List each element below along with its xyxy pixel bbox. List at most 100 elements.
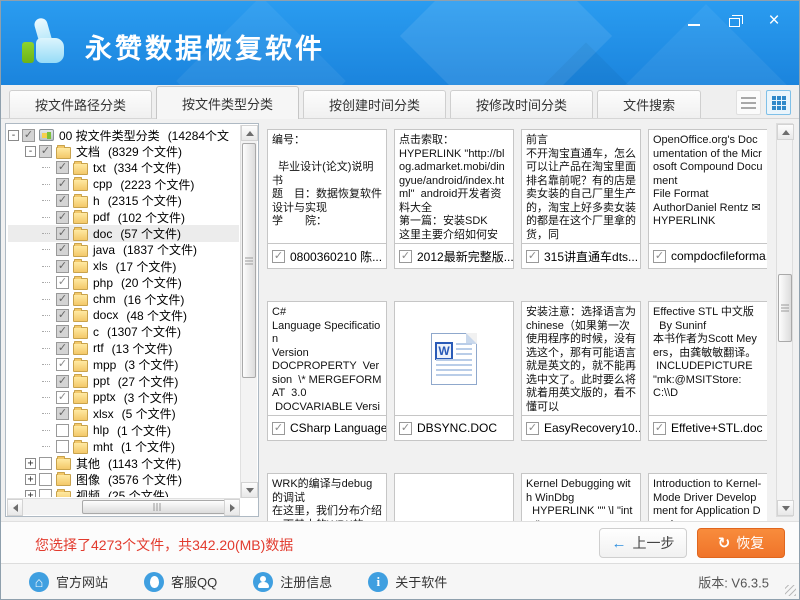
file-card[interactable]: Effective STL 中文版 By Suninf 本书作者为Scott M… <box>648 301 767 441</box>
tree-item[interactable]: +视频(25 个文件) <box>8 488 239 497</box>
checkbox[interactable]: ✓ <box>22 129 35 142</box>
tree-item[interactable]: mht(1 个文件) <box>8 438 239 454</box>
tab-5[interactable]: 文件搜索 <box>597 90 701 118</box>
checkbox[interactable]: ✓ <box>399 250 412 263</box>
checkbox[interactable]: ✓ <box>39 145 52 158</box>
expand-toggle-icon[interactable]: + <box>25 458 36 469</box>
tree-item[interactable]: ✓php(20 个文件) <box>8 275 239 291</box>
recover-button[interactable]: ↻ 恢复 <box>697 528 785 558</box>
expand-toggle-icon[interactable]: - <box>8 130 19 141</box>
tree-item[interactable]: ✓chm(16 个文件) <box>8 291 239 307</box>
checkbox[interactable]: ✓ <box>272 422 285 435</box>
file-card[interactable]: 安装注意：选择语言为chinese（如果第一次使用程序的时候，没有选这个，那有可… <box>521 301 641 441</box>
footer-link-3[interactable]: 注册信息 <box>253 572 332 592</box>
footer-link-4[interactable]: 关于软件 <box>368 572 447 592</box>
scroll-up-button[interactable] <box>241 125 258 141</box>
file-card[interactable]: Introduction to Kernel-Mode Driver Devel… <box>648 473 767 521</box>
scroll-left-button[interactable] <box>7 499 23 516</box>
checkbox[interactable]: ✓ <box>653 250 666 263</box>
scroll-down-button[interactable] <box>241 482 258 498</box>
minimize-button[interactable] <box>685 12 703 30</box>
scroll-down-button[interactable] <box>777 500 794 516</box>
checkbox[interactable]: ✓ <box>56 342 69 355</box>
file-card[interactable]: Kernel Debugging with WinDbg HYPERLINK "… <box>521 473 641 521</box>
file-card[interactable]: 前言 不开淘宝直通车，怎么可以让产品在淘宝里面排名靠前呢？有的店是卖女装的自己厂… <box>521 129 641 269</box>
checkbox[interactable]: ✓ <box>526 422 539 435</box>
checkbox[interactable]: ✓ <box>56 211 69 224</box>
checkbox[interactable] <box>56 440 69 453</box>
tree-item[interactable]: ✓doc(57 个文件) <box>8 225 239 241</box>
tree-item[interactable]: ✓cpp(2223 个文件) <box>8 176 239 192</box>
tree-item[interactable]: ✓xls(17 个文件) <box>8 258 239 274</box>
file-card[interactable]: 编号： 毕业设计(论文)说明书 题 目：数据恢复软件设计与实现 学 院：✓080… <box>267 129 387 269</box>
file-card[interactable]: W✓DBSYNC.DOC <box>394 301 514 441</box>
checkbox[interactable]: ✓ <box>56 194 69 207</box>
tab-1[interactable]: 按文件路径分类 <box>9 90 152 118</box>
checkbox[interactable]: ✓ <box>272 250 285 263</box>
file-card[interactable]: C# Language Specification Version DOCPRO… <box>267 301 387 441</box>
tree-item[interactable]: ✓h(2315 个文件) <box>8 193 239 209</box>
tree-item[interactable]: -✓文档(8329 个文件) <box>8 143 239 159</box>
tree-vertical-scrollbar[interactable] <box>240 125 257 498</box>
tree-item[interactable]: ✓java(1837 个文件) <box>8 242 239 258</box>
checkbox[interactable]: ✓ <box>56 161 69 174</box>
tab-3[interactable]: 按创建时间分类 <box>303 90 446 118</box>
checkbox[interactable] <box>39 489 52 497</box>
checkbox[interactable]: ✓ <box>56 293 69 306</box>
tree-item[interactable]: +图像(3576 个文件) <box>8 471 239 487</box>
tree-horizontal-scrollbar[interactable] <box>7 498 240 515</box>
tree-item[interactable]: ✓xlsx(5 个文件) <box>8 406 239 422</box>
tab-2[interactable]: 按文件类型分类 <box>156 86 299 119</box>
checkbox[interactable]: ✓ <box>56 260 69 273</box>
checkbox[interactable]: ✓ <box>56 276 69 289</box>
checkbox[interactable]: ✓ <box>56 391 69 404</box>
checkbox[interactable]: ✓ <box>56 178 69 191</box>
tree-item[interactable]: ✓mpp(3 个文件) <box>8 356 239 372</box>
cards-scroll-thumb[interactable] <box>778 274 792 342</box>
grid-view-icon[interactable] <box>766 90 791 115</box>
tree-item[interactable]: ✓ppt(27 个文件) <box>8 373 239 389</box>
tab-4[interactable]: 按修改时间分类 <box>450 90 593 118</box>
tree-item[interactable]: ✓c(1307 个文件) <box>8 324 239 340</box>
checkbox[interactable]: ✓ <box>56 358 69 371</box>
checkbox[interactable]: ✓ <box>56 243 69 256</box>
tree-item[interactable]: -✓00 按文件类型分类(14284个文 <box>8 127 239 143</box>
checkbox[interactable]: ✓ <box>56 375 69 388</box>
resize-grip[interactable] <box>785 585 796 596</box>
checkbox[interactable] <box>39 473 52 486</box>
footer-link-2[interactable]: 客服QQ <box>144 572 217 592</box>
tree-scroll-thumb[interactable] <box>242 143 256 378</box>
checkbox[interactable]: ✓ <box>56 227 69 240</box>
tree-item[interactable]: ✓rtf(13 个文件) <box>8 340 239 356</box>
checkbox[interactable]: ✓ <box>56 325 69 338</box>
checkbox[interactable] <box>56 424 69 437</box>
tree-item[interactable]: ✓txt(334 个文件) <box>8 160 239 176</box>
list-view-icon[interactable] <box>736 90 761 115</box>
checkbox[interactable] <box>39 457 52 470</box>
scroll-right-button[interactable] <box>224 499 240 516</box>
file-card[interactable]: 点击索取： HYPERLINK "http://blog.admarket.mo… <box>394 129 514 269</box>
footer-link-1[interactable]: 官方网站 <box>29 572 108 592</box>
file-card[interactable]: OpenOffice.org's Documentation of the Mi… <box>648 129 767 269</box>
checkbox[interactable]: ✓ <box>526 250 539 263</box>
file-card[interactable] <box>394 473 514 521</box>
expand-toggle-icon[interactable]: + <box>25 474 36 485</box>
cards-vertical-scrollbar[interactable] <box>776 123 793 517</box>
tree-item[interactable]: ✓docx(48 个文件) <box>8 307 239 323</box>
file-card[interactable]: WRK的编译与debug的调试 在这里，我们分布介绍一下基本的WRK的 <box>267 473 387 521</box>
checkbox[interactable]: ✓ <box>56 309 69 322</box>
tree-hscroll-thumb[interactable] <box>82 500 232 514</box>
tree-item[interactable]: ✓pptx(3 个文件) <box>8 389 239 405</box>
tree-item[interactable]: +其他(1143 个文件) <box>8 455 239 471</box>
expand-toggle-icon[interactable]: - <box>25 146 36 157</box>
tree-item[interactable]: hlp(1 个文件) <box>8 422 239 438</box>
checkbox[interactable]: ✓ <box>653 422 666 435</box>
back-button[interactable]: ← 上一步 <box>599 528 687 558</box>
tree-item[interactable]: ✓pdf(102 个文件) <box>8 209 239 225</box>
checkbox[interactable]: ✓ <box>399 422 412 435</box>
maximize-button[interactable] <box>725 12 743 30</box>
expand-toggle-icon[interactable]: + <box>25 490 36 497</box>
scroll-up-button[interactable] <box>777 124 794 140</box>
checkbox[interactable]: ✓ <box>56 407 69 420</box>
close-button[interactable]: × <box>765 12 783 30</box>
